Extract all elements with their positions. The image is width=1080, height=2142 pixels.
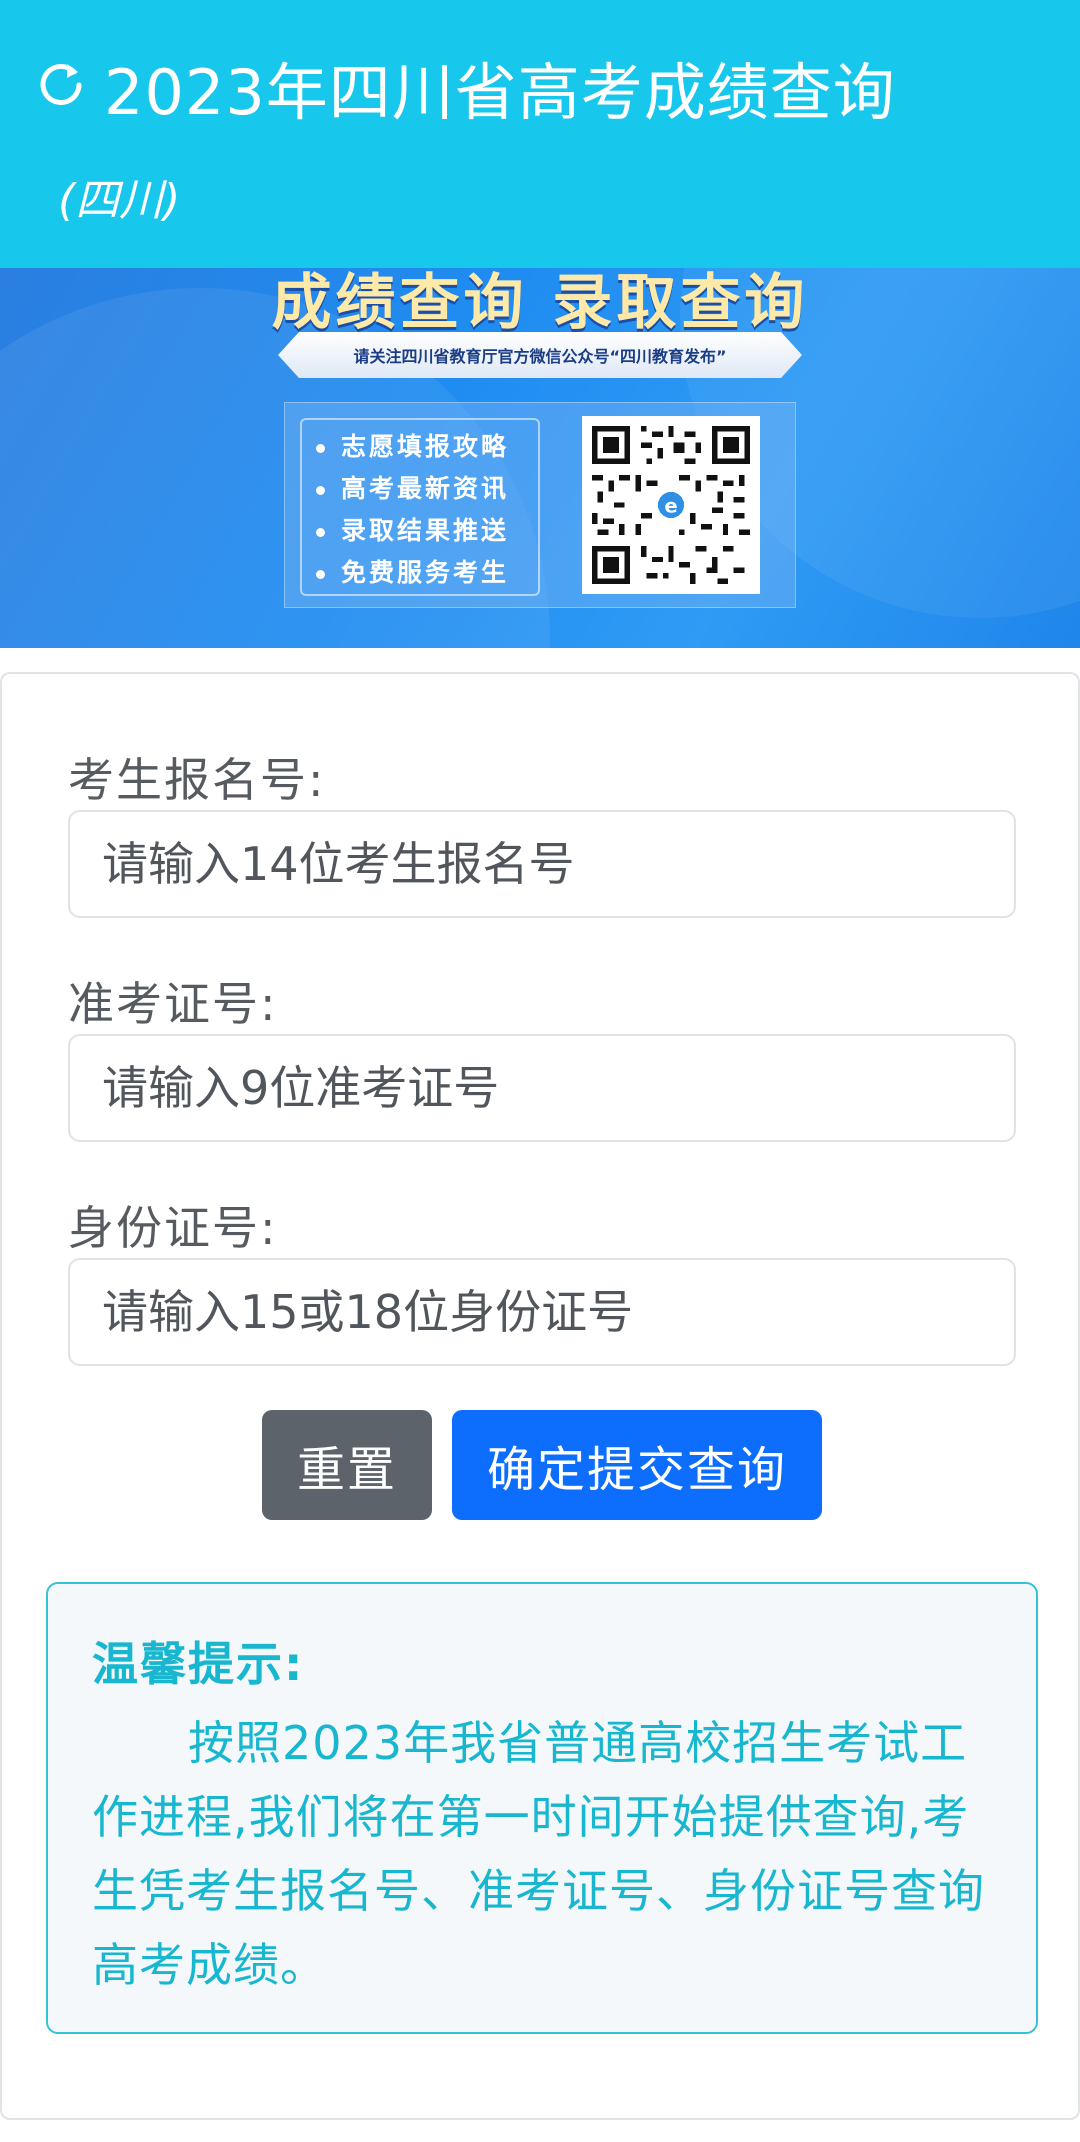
query-form-card: 考生报名号: 准考证号: 身份证号: 重置 确定提交查询 温馨提示: 按照202…	[0, 672, 1080, 2120]
refresh-icon[interactable]	[34, 58, 104, 116]
id-number-label: 身份证号:	[68, 1201, 278, 1255]
registration-number-input[interactable]	[68, 810, 1016, 918]
banner-feature-item: 录取结果推送	[316, 510, 538, 552]
reset-button[interactable]: 重置	[262, 1410, 432, 1520]
tip-body: 按照2023年我省普通高校招生考试工作进程,我们将在第一时间开始提供查询,考生凭…	[92, 1716, 985, 1992]
tip-title: 温馨提示:	[92, 1637, 305, 1691]
region-label: (四川)	[58, 175, 181, 226]
banner-feature-list: 志愿填报攻略 高考最新资讯 录取结果推送 免费服务考生	[300, 418, 540, 596]
banner-ribbon: 请关注四川省教育厅官方微信公众号“四川教育发布”	[278, 332, 802, 378]
registration-number-label: 考生报名号:	[68, 753, 326, 807]
banner-headline: 成绩查询 录取查询	[271, 268, 809, 338]
admission-ticket-input[interactable]	[68, 1034, 1016, 1142]
qr-code-icon: e	[582, 416, 760, 594]
admission-ticket-label: 准考证号:	[68, 977, 278, 1031]
app-header: 2023年四川省高考成绩查询 (四川)	[0, 0, 1080, 268]
banner-feature-item: 高考最新资讯	[316, 468, 538, 510]
svg-text:e: e	[664, 495, 677, 518]
bullet-icon	[316, 569, 325, 579]
bullet-icon	[316, 485, 325, 495]
bullet-icon	[316, 443, 325, 453]
id-number-input[interactable]	[68, 1258, 1016, 1366]
banner-feature-item: 志愿填报攻略	[316, 426, 538, 468]
submit-query-button[interactable]: 确定提交查询	[452, 1410, 822, 1520]
promo-banner: 成绩查询 录取查询 请关注四川省教育厅官方微信公众号“四川教育发布” 志愿填报攻…	[0, 268, 1080, 648]
tip-box: 温馨提示: 按照2023年我省普通高校招生考试工作进程,我们将在第一时间开始提供…	[46, 1582, 1038, 2034]
page-title: 2023年四川省高考成绩查询	[104, 56, 896, 129]
bullet-icon	[316, 527, 325, 537]
header-title-row: 2023年四川省高考成绩查询	[34, 42, 896, 132]
banner-feature-item: 免费服务考生	[316, 552, 538, 594]
